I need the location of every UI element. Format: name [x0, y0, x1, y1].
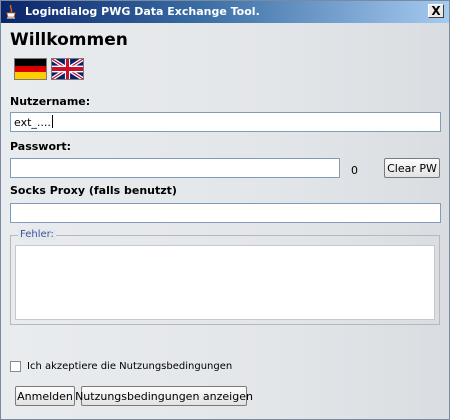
clear-password-button[interactable]: Clear PW [384, 158, 440, 178]
window-title: Logindialog PWG Data Exchange Tool. [25, 5, 260, 18]
text-caret [51, 115, 53, 128]
title-bar[interactable]: Logindialog PWG Data Exchange Tool. X [1, 1, 449, 23]
error-panel: Fehler: [10, 229, 440, 325]
close-button[interactable]: X [428, 4, 444, 18]
password-length-counter: 0 [351, 164, 358, 177]
password-input[interactable] [10, 158, 340, 178]
username-input[interactable]: ext_.... [10, 112, 441, 132]
uk-flag-icon[interactable] [51, 58, 84, 80]
java-cup-icon [6, 5, 16, 19]
close-icon: X [431, 4, 441, 18]
login-dialog-window: Logindialog PWG Data Exchange Tool. X Wi… [0, 0, 450, 420]
proxy-label: Socks Proxy (falls benutzt) [10, 184, 177, 197]
accept-terms-label[interactable]: Ich akzeptiere die Nutzungsbedingungen [27, 361, 232, 372]
show-terms-button[interactable]: Nutzungsbedingungen anzeigen [75, 386, 253, 406]
error-legend: Fehler: [18, 229, 56, 240]
proxy-input[interactable] [10, 203, 441, 223]
welcome-heading: Willkommen [10, 30, 128, 50]
login-button[interactable]: Anmelden [15, 386, 75, 406]
error-text-area[interactable] [15, 245, 435, 320]
accept-terms-checkbox[interactable] [10, 361, 21, 372]
german-flag-icon[interactable] [14, 58, 47, 80]
password-label: Passwort: [10, 140, 72, 153]
username-label: Nutzername: [10, 95, 91, 108]
accept-terms-row[interactable]: Ich akzeptiere die Nutzungsbedingungen [10, 361, 232, 372]
username-value: ext_.... [14, 116, 51, 129]
